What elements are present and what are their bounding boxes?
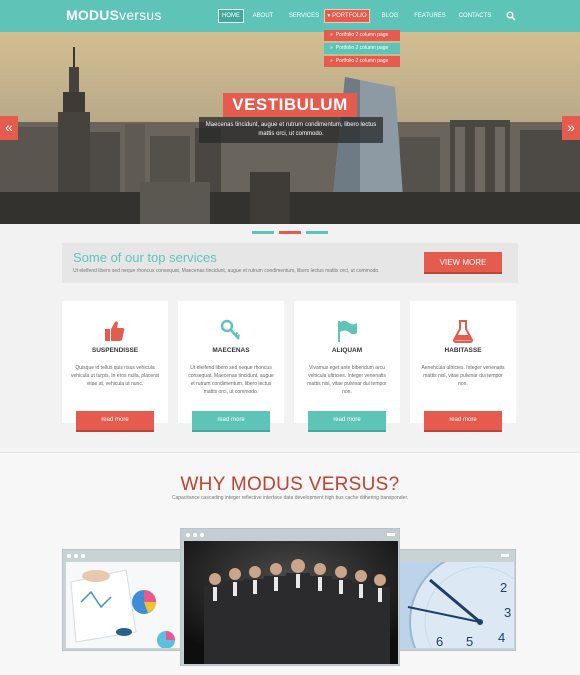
browser-bar	[181, 529, 399, 541]
service-card: HABITASSE Aenehcula ultricies. Integer v…	[410, 301, 516, 432]
thumbs-up-icon	[105, 321, 125, 341]
card-text: Ut eleifend libero sed neque rhoncus con…	[188, 365, 274, 395]
card-text: Vivamus eget ante bibendum arcu vehicula…	[307, 365, 387, 395]
dropdown-item[interactable]: Portfolio 2 column page	[324, 30, 400, 41]
read-more-button[interactable]: read more	[192, 411, 270, 432]
clock-digit: 4	[498, 630, 505, 645]
header: MODUSversus HOME ABOUT SERVICES ▾ PORTFO…	[0, 0, 580, 32]
business-charts-image	[66, 562, 180, 648]
prev-slide-button[interactable]: «	[0, 116, 18, 140]
slide-dot[interactable]	[252, 231, 274, 234]
window-control	[501, 554, 509, 557]
nav-about[interactable]: ABOUT	[250, 9, 276, 23]
slide-dot[interactable]	[306, 231, 328, 234]
card-text: Quisque id tellus quis risus vehicula ve…	[70, 365, 160, 387]
card-text: Aenehcula ultricies. Integer venenatis m…	[421, 365, 505, 387]
services-banner: Some of our top services Ut eleifend lib…	[62, 243, 518, 283]
business-team-image	[184, 541, 398, 664]
window-dot	[200, 533, 204, 537]
logo-bold: MODUS	[66, 7, 120, 23]
hero-text: Maecenas tincidunt, augue et rutrum cond…	[199, 117, 383, 143]
services-title: Some of our top services	[73, 250, 217, 265]
search-icon[interactable]	[506, 11, 516, 21]
chevron-right-icon: »	[567, 119, 575, 135]
slide-dot-active[interactable]	[279, 231, 301, 234]
service-card: SUSPENDISSE Quisque id tellus quis risus…	[62, 301, 168, 432]
browser-bar	[397, 550, 515, 562]
clock-digit: 6	[436, 634, 443, 648]
window-control	[387, 533, 395, 536]
card-title: ALIQUAM	[331, 347, 363, 354]
clock-digit: 5	[466, 634, 473, 648]
window-dot	[193, 533, 197, 537]
card-title: MAECENAS	[212, 347, 250, 354]
dropdown-item[interactable]: Portfolio 2 column page	[324, 43, 400, 54]
read-more-button[interactable]: read more	[424, 411, 502, 432]
clock-digit: 3	[504, 605, 511, 620]
view-more-button[interactable]: VIEW MORE	[424, 252, 502, 274]
why-title: WHY MODUS VERSUS?	[180, 474, 400, 495]
window-dot	[81, 554, 85, 558]
dropdown-item[interactable]: Portfolio 2 column page	[324, 56, 400, 67]
window-dot	[74, 554, 78, 558]
nav-features[interactable]: FEATURES	[412, 9, 448, 23]
key-icon	[220, 319, 241, 340]
hero-slider: VESTIBULUM Maecenas tincidunt, augue et …	[0, 32, 580, 224]
nav-home[interactable]: HOME	[218, 9, 244, 23]
hero-title: VESTIBULUM	[223, 93, 357, 117]
nav-portfolio[interactable]: ▾ PORTFOLIO	[324, 9, 370, 23]
flag-icon	[338, 320, 357, 342]
card-title: HABITASSE	[444, 347, 482, 354]
why-subtitle: Capacitance cascading integer reflective…	[171, 495, 409, 501]
browser-mockup-right: 2 3 4 5 6	[396, 549, 516, 651]
nav-blog[interactable]: BLOG	[377, 9, 403, 23]
window-dot	[67, 554, 71, 558]
chevron-left-icon: «	[5, 119, 13, 135]
service-card: ALIQUAM Vivamus eget ante bibendum arcu …	[294, 301, 400, 432]
browser-mockup-center	[180, 528, 400, 666]
flask-icon	[452, 320, 474, 343]
nav-portfolio-label: PORTFOLIO	[332, 13, 367, 19]
clock-digit: 2	[500, 580, 507, 595]
logo-thin: versus	[119, 7, 162, 23]
logo[interactable]: MODUSversus	[66, 7, 162, 23]
browser-bar	[63, 550, 181, 562]
services-subtitle: Ut eleifend libero sed neque rhoncus con…	[73, 268, 380, 274]
card-title: SUSPENDISSE	[91, 347, 139, 354]
read-more-button[interactable]: read more	[76, 411, 154, 432]
service-card: MAECENAS Ut eleifend libero sed neque rh…	[178, 301, 284, 432]
browser-mockup-left	[62, 549, 182, 651]
window-dot	[186, 533, 190, 537]
clock-image: 2 3 4 5 6	[400, 562, 514, 648]
next-slide-button[interactable]: »	[562, 116, 580, 140]
read-more-button[interactable]: read more	[308, 411, 386, 432]
nav-services[interactable]: SERVICES	[287, 9, 321, 23]
nav-contacts[interactable]: CONTACTS	[456, 9, 494, 23]
